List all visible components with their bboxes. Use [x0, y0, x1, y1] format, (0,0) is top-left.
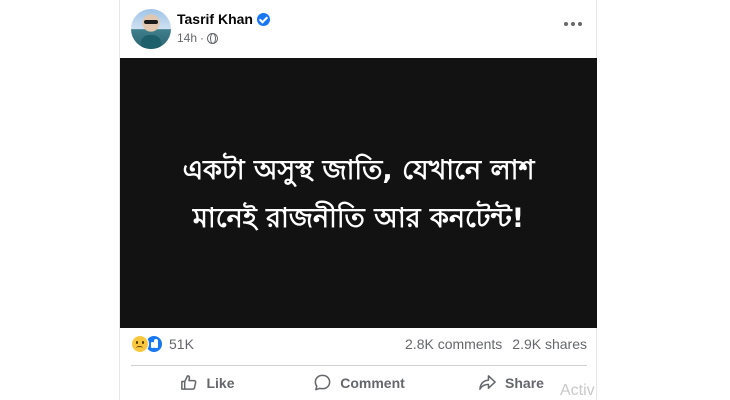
share-label: Share	[505, 374, 544, 391]
share-arrow-icon	[479, 375, 496, 390]
verified-badge-icon	[256, 12, 270, 26]
comment-label: Comment	[340, 374, 405, 391]
sad-reaction-icon	[131, 335, 149, 353]
post-image-text: একটা অসুস্থ জাতি, যেখানে লাশ মানেই রাজনী…	[182, 155, 535, 234]
reactions-summary[interactable]: 51K	[131, 335, 194, 353]
more-options-button[interactable]	[560, 18, 586, 30]
page-background	[0, 0, 118, 400]
more-dot-icon	[578, 22, 582, 26]
engagement-counts: 2.8K comments 2.9K shares	[405, 336, 587, 352]
more-dot-icon	[571, 22, 575, 26]
author-avatar[interactable]	[131, 9, 171, 49]
like-button[interactable]: Like	[131, 366, 283, 397]
post-time[interactable]: 14h	[177, 31, 197, 45]
author-name[interactable]: Tasrif Khan	[177, 11, 253, 27]
avatar-sunglasses	[144, 20, 158, 24]
shares-count[interactable]: 2.9K shares	[512, 336, 587, 352]
post-stats: 51K 2.8K comments 2.9K shares	[131, 335, 587, 355]
more-dot-icon	[564, 22, 568, 26]
post-actions-bar: Like Comment Share	[131, 365, 587, 397]
comment-button[interactable]: Comment	[283, 366, 435, 397]
post-meta: 14h ·	[177, 31, 219, 45]
meta-separator: ·	[200, 31, 205, 45]
like-label: Like	[206, 374, 235, 391]
post-image[interactable]: একটা অসুস্থ জাতি, যেখানে লাশ মানেই রাজনী…	[120, 58, 597, 328]
reaction-count[interactable]: 51K	[169, 336, 194, 352]
author-name-row: Tasrif Khan	[177, 11, 270, 27]
thumbs-up-icon	[181, 375, 197, 390]
comment-bubble-icon	[314, 374, 331, 391]
avatar-body	[141, 35, 161, 49]
comments-count[interactable]: 2.8K comments	[405, 336, 502, 352]
globe-icon[interactable]	[207, 32, 219, 44]
activate-windows-watermark: Activ	[560, 382, 595, 399]
